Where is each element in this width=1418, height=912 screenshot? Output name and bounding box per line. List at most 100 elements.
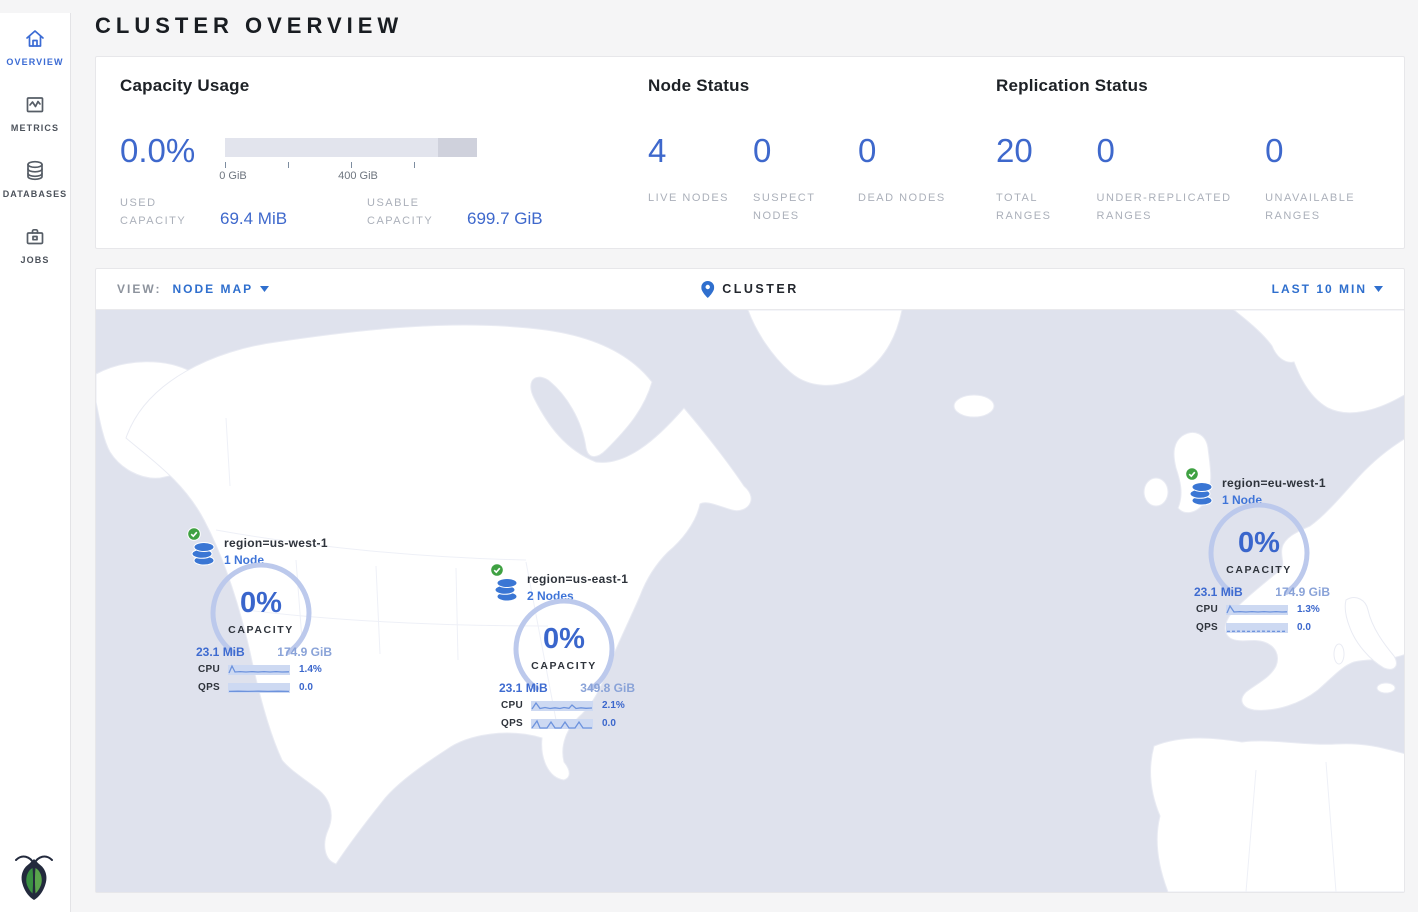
- axis-tick-label: 400 GiB: [338, 170, 378, 182]
- stat-label: USABLE CAPACITY: [367, 195, 455, 230]
- sidebar-item-databases[interactable]: DATABASES: [3, 159, 68, 199]
- sidebar-item-label: JOBS: [21, 255, 50, 265]
- stat-label: TOTAL RANGES: [996, 190, 1086, 225]
- map-pin-icon: [701, 281, 714, 298]
- qps-sparkline: [228, 681, 290, 694]
- unavailable-ranges-stat: 0 UNAVAILABLE RANGES: [1265, 133, 1380, 225]
- node-widget-eu-west-1[interactable]: region=eu-west-1 1 Node 0% CAPACITY 23.1…: [1183, 472, 1335, 638]
- breadcrumb-label: CLUSTER: [722, 282, 799, 296]
- main-content: CLUSTER OVERVIEW Capacity Usage 0.0% 0 G…: [71, 13, 1418, 893]
- dead-nodes-stat: 0 DEAD NODES: [858, 133, 963, 225]
- healthy-check-icon: [1185, 467, 1199, 481]
- metrics-icon: [23, 93, 47, 117]
- qps-value: 0.0: [299, 682, 313, 693]
- database-stack-icon: [190, 541, 217, 566]
- node-map: region=us-west-1 1 Node 0% CAPACITY 23.1…: [96, 310, 1404, 892]
- axis-tick: [414, 162, 415, 168]
- map-toolbar: VIEW: NODE MAP CLUSTER LAST 10 MIN: [96, 269, 1404, 310]
- axis-tick: [351, 162, 352, 168]
- stat-value: 699.7 GiB: [467, 209, 543, 230]
- cpu-value: 2.1%: [602, 700, 625, 711]
- node-usable-capacity: 174.9 GiB: [1275, 585, 1330, 599]
- cockroachdb-logo: [12, 851, 56, 906]
- jobs-icon: [23, 225, 47, 249]
- node-used-capacity: 23.1 MiB: [1194, 585, 1243, 599]
- sidebar-item-overview[interactable]: OVERVIEW: [6, 27, 63, 67]
- qps-label: QPS: [198, 682, 228, 693]
- cpu-sparkline: [531, 699, 593, 712]
- sidebar-item-label: METRICS: [11, 123, 59, 133]
- capacity-usage-title: Capacity Usage: [120, 76, 648, 96]
- healthy-check-icon: [187, 527, 201, 541]
- cpu-label: CPU: [1196, 604, 1226, 615]
- sidebar-item-metrics[interactable]: METRICS: [11, 93, 59, 133]
- node-usable-capacity: 174.9 GiB: [277, 645, 332, 659]
- axis-tick: [288, 162, 289, 168]
- chevron-down-icon: [1374, 286, 1383, 292]
- stat-value: 0: [1097, 133, 1266, 169]
- cpu-label: CPU: [198, 664, 228, 675]
- capacity-usage-section: Capacity Usage 0.0% 0 GiB 400 GiB U: [120, 76, 648, 248]
- used-capacity-stat: USED CAPACITY 69.4 MiB: [120, 195, 367, 230]
- axis-tick-label: 0 GiB: [219, 170, 247, 182]
- sidebar-item-label: DATABASES: [3, 189, 68, 199]
- time-range-selector[interactable]: LAST 10 MIN: [1272, 282, 1383, 296]
- node-usable-capacity: 349.8 GiB: [580, 681, 635, 695]
- home-icon: [23, 27, 47, 51]
- stat-value: 0: [1265, 133, 1380, 169]
- stat-label: USED CAPACITY: [120, 195, 208, 230]
- qps-label: QPS: [1196, 622, 1226, 633]
- replication-status-title: Replication Status: [996, 76, 1380, 96]
- node-widget-us-west-1[interactable]: region=us-west-1 1 Node 0% CAPACITY 23.1…: [185, 532, 337, 698]
- gauge-label: CAPACITY: [488, 660, 640, 672]
- qps-label: QPS: [501, 718, 531, 729]
- capacity-bar: 0 GiB 400 GiB: [225, 138, 477, 183]
- capacity-bar-segment: [438, 138, 477, 157]
- view-selector[interactable]: NODE MAP: [172, 282, 269, 296]
- stat-value: 20: [996, 133, 1097, 169]
- sidebar: OVERVIEW METRICS DATABASES JOBS: [0, 13, 71, 912]
- axis-tick: [225, 162, 226, 168]
- node-region-label: region=eu-west-1: [1222, 476, 1326, 490]
- stat-value: 0: [753, 133, 858, 169]
- under-replicated-ranges-stat: 0 UNDER-REPLICATED RANGES: [1097, 133, 1266, 225]
- healthy-check-icon: [490, 563, 504, 577]
- stat-value: 0: [858, 133, 963, 169]
- gauge-percent: 0%: [1183, 527, 1335, 560]
- suspect-nodes-stat: 0 SUSPECT NODES: [753, 133, 858, 225]
- chevron-down-icon: [260, 286, 269, 292]
- cpu-value: 1.3%: [1297, 604, 1320, 615]
- node-status-section: Node Status 4 LIVE NODES 0 SUSPECT NODES…: [648, 76, 996, 248]
- qps-sparkline: [531, 717, 593, 730]
- node-region-label: region=us-west-1: [224, 536, 328, 550]
- usable-capacity-stat: USABLE CAPACITY 699.7 GiB: [367, 195, 543, 230]
- summary-card: Capacity Usage 0.0% 0 GiB 400 GiB U: [95, 56, 1405, 249]
- gauge-percent: 0%: [185, 587, 337, 620]
- node-used-capacity: 23.1 MiB: [499, 681, 548, 695]
- database-stack-icon: [493, 577, 520, 602]
- stat-value: 4: [648, 133, 753, 169]
- database-stack-icon: [1188, 481, 1215, 506]
- sidebar-item-jobs[interactable]: JOBS: [21, 225, 50, 265]
- node-map-card: VIEW: NODE MAP CLUSTER LAST 10 MIN: [95, 268, 1405, 893]
- capacity-bar-track: [225, 138, 477, 157]
- gauge-percent: 0%: [488, 623, 640, 656]
- time-range-value: LAST 10 MIN: [1272, 282, 1367, 296]
- gauge-label: CAPACITY: [1183, 564, 1335, 576]
- capacity-percent: 0.0%: [120, 133, 225, 183]
- sidebar-item-label: OVERVIEW: [6, 57, 63, 67]
- live-nodes-stat: 4 LIVE NODES: [648, 133, 753, 225]
- stat-label: SUSPECT NODES: [753, 190, 843, 225]
- cpu-sparkline: [228, 663, 290, 676]
- cpu-value: 1.4%: [299, 664, 322, 675]
- node-widget-us-east-1[interactable]: region=us-east-1 2 Nodes 0% CAPACITY 23.…: [488, 568, 640, 734]
- databases-icon: [23, 159, 47, 183]
- view-label: VIEW:: [117, 282, 161, 296]
- stat-label: DEAD NODES: [858, 190, 948, 208]
- page-title: CLUSTER OVERVIEW: [95, 13, 1405, 39]
- total-ranges-stat: 20 TOTAL RANGES: [996, 133, 1097, 225]
- view-selector-value: NODE MAP: [172, 282, 253, 296]
- breadcrumb[interactable]: CLUSTER: [701, 281, 799, 298]
- node-used-capacity: 23.1 MiB: [196, 645, 245, 659]
- qps-value: 0.0: [602, 718, 616, 729]
